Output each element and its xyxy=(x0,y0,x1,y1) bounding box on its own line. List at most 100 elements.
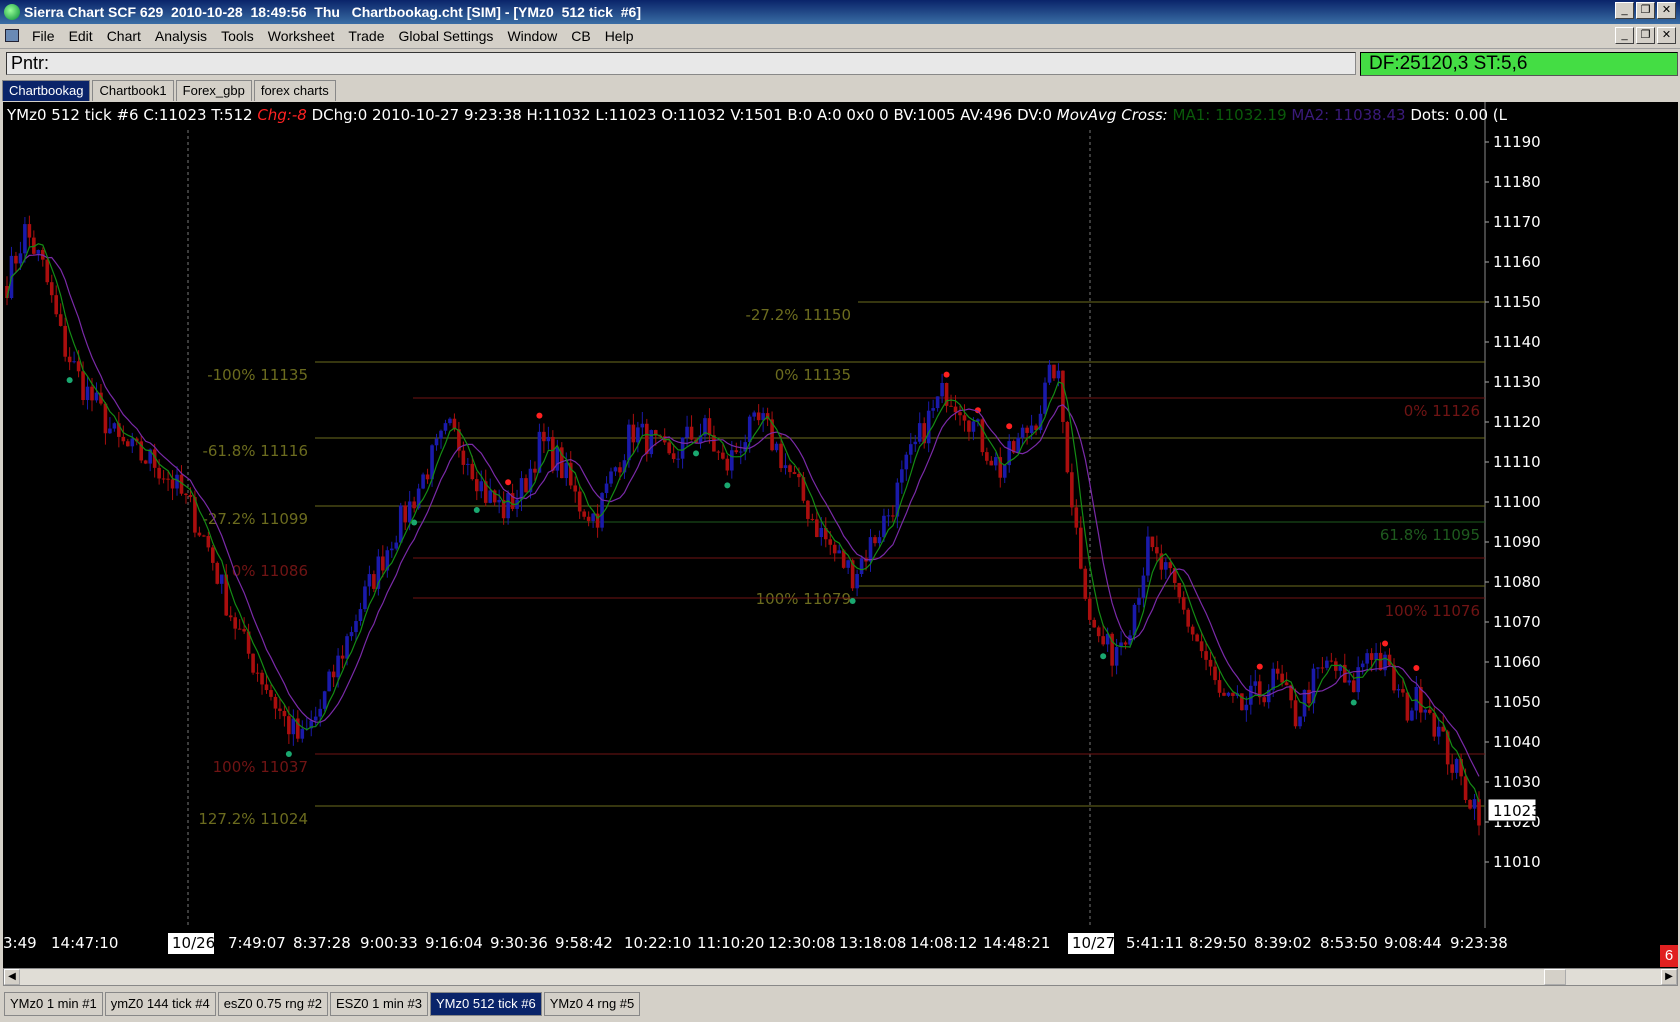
menu-tools[interactable]: Tools xyxy=(221,28,254,44)
candle-body xyxy=(1087,598,1092,620)
header-ma2: MA2: 11038.43 xyxy=(1291,106,1411,124)
candle-body xyxy=(425,474,430,480)
candle-body xyxy=(618,467,622,473)
candle-body xyxy=(506,493,510,519)
menu-chart[interactable]: Chart xyxy=(107,28,141,44)
candle-body xyxy=(1155,547,1159,554)
candle-body xyxy=(175,474,179,489)
chartbook-tab[interactable]: forex charts xyxy=(253,80,336,101)
child-close-button[interactable]: ✕ xyxy=(1657,27,1676,44)
candle-body xyxy=(1190,626,1195,635)
candle-body xyxy=(967,420,971,432)
candle-body xyxy=(1414,686,1419,711)
menu-edit[interactable]: Edit xyxy=(69,28,93,44)
candle-body xyxy=(237,628,242,630)
horizontal-scrollbar[interactable]: ◀ ▶ xyxy=(3,968,1678,986)
restore-button[interactable]: ❐ xyxy=(1636,2,1655,19)
candle-body xyxy=(779,443,783,469)
chart-tab[interactable]: esZ0 0.75 rng #2 xyxy=(217,992,328,1016)
candle-body xyxy=(1204,651,1208,660)
chart-tab[interactable]: YMz0 512 tick #6 xyxy=(430,992,542,1016)
menu-analysis[interactable]: Analysis xyxy=(155,28,207,44)
time-axis-label: 11:10:20 xyxy=(697,934,764,952)
candle-body xyxy=(953,406,958,413)
chart-window[interactable]: 11190 11180 11170 11160 11150 11140 11130 11120… xyxy=(3,102,1678,968)
child-restore-button[interactable]: ❐ xyxy=(1636,27,1655,44)
candle-body xyxy=(627,424,631,461)
signal-dot-high xyxy=(1256,663,1263,670)
chart-tab[interactable]: ESZ0 1 min #3 xyxy=(330,992,428,1016)
candle-body xyxy=(381,556,385,571)
candle-body xyxy=(54,295,59,315)
candle-body xyxy=(573,485,578,492)
candle-body xyxy=(1307,689,1311,704)
candle-body xyxy=(1141,575,1146,598)
menu-help[interactable]: Help xyxy=(605,28,634,44)
window-title: Sierra Chart SCF 629 2010-10-28 18:49:56… xyxy=(24,4,641,20)
scroll-left-arrow[interactable]: ◀ xyxy=(4,969,20,985)
candle-body xyxy=(27,224,32,238)
candle-body xyxy=(170,479,175,489)
candle-body xyxy=(184,493,188,496)
candle-body xyxy=(1208,659,1213,667)
candle-body xyxy=(730,450,734,471)
price-tick-label: 11170 xyxy=(1493,213,1541,231)
candle-body xyxy=(649,430,654,455)
menu-file[interactable]: File xyxy=(32,28,55,44)
candle-body xyxy=(1029,425,1034,433)
candle-body xyxy=(819,527,824,538)
time-axis-label: 14:47:10 xyxy=(51,934,118,952)
chart-window-icon[interactable] xyxy=(5,29,19,42)
signal-dot-high xyxy=(943,371,950,378)
candle-body xyxy=(667,442,671,454)
chartbook-tab[interactable]: Chartbook1 xyxy=(92,80,174,101)
chart-tab[interactable]: YMz0 4 rng #5 xyxy=(543,992,641,1016)
candle-body xyxy=(1123,642,1128,645)
menu-window[interactable]: Window xyxy=(507,28,557,44)
chartbook-tab[interactable]: Forex_gbp xyxy=(175,80,252,101)
candle-body xyxy=(788,465,792,473)
candle-body xyxy=(609,471,613,484)
candle-body xyxy=(394,542,399,549)
menu-cb[interactable]: CB xyxy=(571,28,590,44)
candle-body xyxy=(474,479,479,492)
time-axis-label: 12:30:08 xyxy=(768,934,835,952)
fib-label: 100% 11037 xyxy=(213,758,308,776)
candle-body xyxy=(756,412,761,421)
minimize-button[interactable]: _ xyxy=(1615,2,1634,19)
candle-body xyxy=(931,408,935,411)
candle-body xyxy=(985,452,989,461)
candle-body xyxy=(412,501,416,509)
alert-badge[interactable]: 6 xyxy=(1660,945,1678,967)
candle-body xyxy=(461,450,466,465)
price-tick-label: 11110 xyxy=(1493,453,1541,471)
chart-tab[interactable]: YMz0 1 min #1 xyxy=(4,992,103,1016)
candle-body xyxy=(126,441,130,447)
candle-body xyxy=(1231,692,1235,696)
menu-global-settings[interactable]: Global Settings xyxy=(398,28,493,44)
signal-dot-low xyxy=(1100,653,1107,660)
menu-worksheet[interactable]: Worksheet xyxy=(268,28,335,44)
candle-body xyxy=(613,467,618,472)
scroll-right-arrow[interactable]: ▶ xyxy=(1661,969,1677,985)
candle-body xyxy=(797,473,801,478)
candle-body xyxy=(282,710,287,717)
close-button[interactable]: ✕ xyxy=(1657,2,1676,19)
header-change: Chg:-8 xyxy=(257,106,307,124)
candle-body xyxy=(372,574,376,589)
candle-body xyxy=(45,259,50,283)
scroll-thumb[interactable] xyxy=(1544,969,1566,985)
candle-body xyxy=(67,356,72,363)
time-axis-label: 13:18:08 xyxy=(839,934,906,952)
candle-body xyxy=(913,441,918,445)
header-study-name: MovAvg Cross: xyxy=(1056,106,1168,124)
chart-tab[interactable]: ymZ0 144 tick #4 xyxy=(104,992,216,1016)
candle-body xyxy=(1450,764,1454,773)
candle-body xyxy=(1114,647,1119,666)
price-chart[interactable]: 11190 11180 11170 11160 11150 11140 11130 11120… xyxy=(3,102,1678,968)
menu-trade[interactable]: Trade xyxy=(348,28,384,44)
candle-body xyxy=(1092,619,1097,628)
candle-body xyxy=(1213,666,1217,681)
child-minimize-button[interactable]: _ xyxy=(1615,27,1634,44)
chartbook-tab[interactable]: Chartbookag xyxy=(2,80,91,101)
